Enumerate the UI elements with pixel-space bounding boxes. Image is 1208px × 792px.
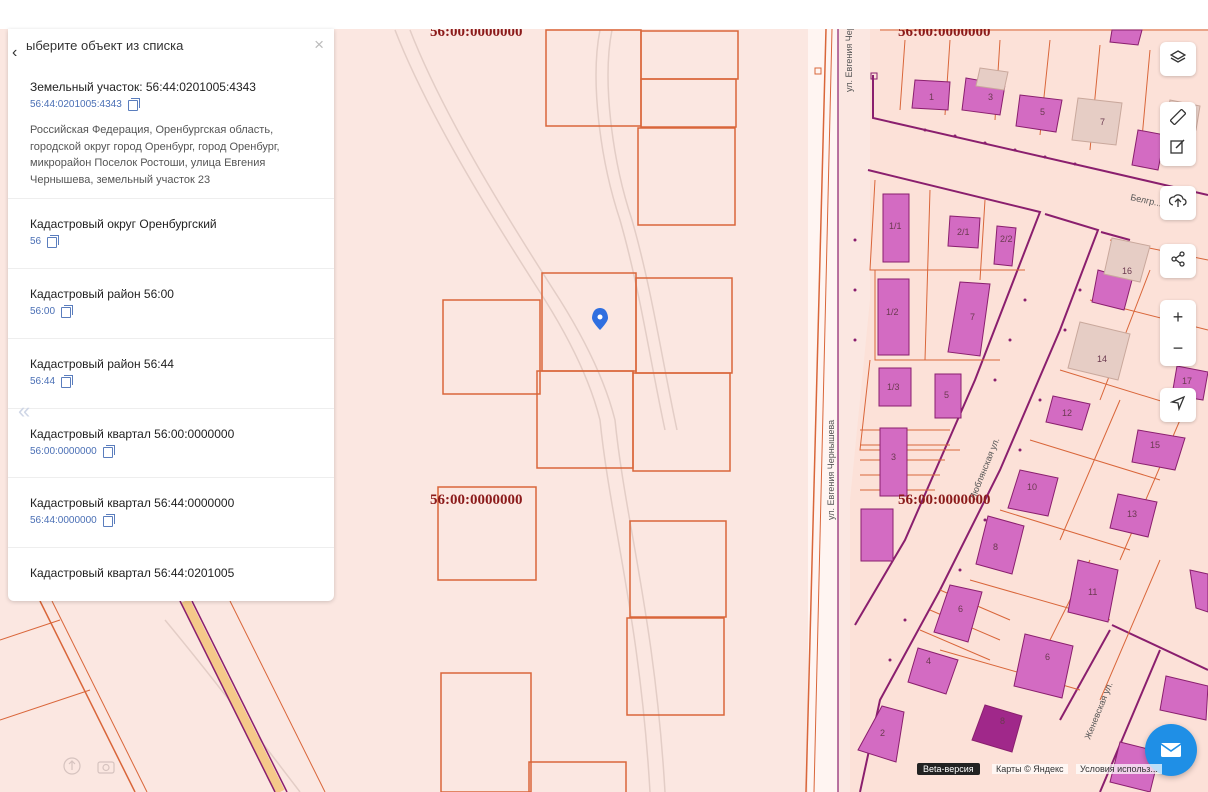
cadastral-number[interactable]: 56:44:0000000 [30, 514, 97, 528]
panel-header: ‹ ыберите объект из списка × [8, 29, 334, 61]
upload-button[interactable] [1160, 186, 1196, 220]
item-title: Земельный участок: 56:44:0201005:4343 [30, 80, 256, 94]
copy-icon[interactable] [102, 444, 115, 458]
parcel-number: 13 [1127, 509, 1137, 519]
parcel-number: 17 [1182, 376, 1192, 386]
quarter-label: 56:00:0000000 [898, 492, 991, 508]
copy-icon[interactable] [47, 234, 60, 248]
parcel-number: 11 [1088, 587, 1097, 597]
parcel-number: 1/2 [886, 307, 899, 317]
list-item[interactable]: Кадастровый квартал 56:44:0000000 56:44:… [8, 478, 334, 548]
cadastral-number[interactable]: 56:00:0000000 [30, 445, 97, 459]
plus-icon[interactable]: + [1173, 307, 1184, 328]
tools-group [1160, 102, 1196, 166]
cursor-icon[interactable] [62, 756, 82, 776]
item-address: Российская Федерация, Оренбургская облас… [30, 124, 280, 186]
list-item[interactable]: Кадастровый округ Оренбургский 56 [8, 199, 334, 269]
minus-icon[interactable]: − [1173, 338, 1184, 359]
object-list-panel: ‹ ыберите объект из списка × Земельный у… [8, 29, 334, 601]
copy-icon[interactable] [61, 304, 74, 318]
quarter-label: 56:00:0000000 [898, 29, 991, 40]
panel-title: ыберите объект из списка [26, 38, 184, 53]
item-title: Кадастровый квартал 56:00:0000000 [30, 427, 235, 441]
parcel-number: 8 [1000, 716, 1005, 726]
terms-link[interactable]: Условия использ... [1076, 764, 1162, 774]
collapse-arrow-icon[interactable]: « [18, 398, 30, 424]
item-number[interactable]: 56 [30, 234, 312, 249]
item-title: Кадастровый округ Оренбургский [30, 217, 217, 231]
parcel-number: 1 [929, 92, 934, 102]
ruler-icon[interactable] [1169, 108, 1187, 130]
zoom-controls: + − [1160, 300, 1196, 366]
parcel-number: 5 [944, 390, 949, 400]
item-title: Кадастровый квартал 56:44:0000000 [30, 496, 235, 510]
parcel-number: 10 [1027, 482, 1037, 492]
share-icon[interactable] [1170, 250, 1186, 272]
item-number[interactable]: 56:44 [30, 374, 312, 389]
layers-button[interactable] [1160, 42, 1196, 76]
item-number[interactable]: 56:00 [30, 304, 312, 319]
parcel-number: 2/1 [957, 227, 970, 237]
locate-button[interactable] [1160, 388, 1196, 422]
top-bar [0, 0, 1208, 29]
item-number[interactable]: 56:44:0201005:4343 [30, 97, 312, 112]
parcel-number: 14 [1097, 354, 1107, 364]
back-icon[interactable]: ‹ [12, 43, 17, 63]
close-icon[interactable]: × [314, 35, 324, 55]
share-button[interactable] [1160, 244, 1196, 278]
parcel-number: 15 [1150, 440, 1160, 450]
camera-icon[interactable] [96, 756, 116, 776]
street-label: ул. Евгения Чернышева [826, 420, 836, 520]
upload-icon[interactable] [1168, 193, 1187, 213]
parcel-number: 5 [1040, 107, 1045, 117]
parcel-number: 3 [988, 92, 993, 102]
parcel-number: 3 [891, 452, 896, 462]
quarter-label: 56:00:0000000 [430, 29, 523, 40]
copy-icon[interactable] [127, 97, 140, 111]
cadastral-number[interactable]: 56 [30, 235, 41, 249]
parcel-number: 1/3 [887, 382, 900, 392]
list-item[interactable]: Земельный участок: 56:44:0201005:4343 56… [8, 61, 334, 199]
locate-icon[interactable] [1169, 395, 1186, 416]
cadastral-number[interactable]: 56:44:0201005:4343 [30, 98, 122, 112]
item-number[interactable]: 56:44:0000000 [30, 513, 312, 528]
item-number[interactable]: 56:00:0000000 [30, 444, 312, 459]
parcel-number: 1/1 [889, 221, 902, 231]
list-item[interactable]: Кадастровый квартал 56:44:0201005 [8, 548, 334, 601]
item-title: Кадастровый квартал 56:44:0201005 [30, 566, 235, 580]
list-item[interactable]: Кадастровый квартал 56:00:0000000 56:00:… [8, 409, 334, 478]
quarter-label: 56:00:0000000 [430, 492, 523, 508]
list-item[interactable]: Кадастровый район 56:00 56:00 [8, 269, 334, 339]
bottom-tools [62, 756, 116, 776]
item-title: Кадастровый район 56:44 [30, 357, 174, 371]
parcel-number: 7 [1100, 117, 1105, 127]
list-item[interactable]: Кадастровый район 56:44 56:44 [8, 339, 334, 409]
beta-badge: Beta-версия [917, 763, 980, 775]
parcel-number: 2 [880, 728, 885, 738]
parcel-number: 6 [1045, 652, 1050, 662]
parcel-number: 2/2 [1000, 234, 1013, 244]
copy-icon[interactable] [61, 374, 74, 388]
cadastral-number[interactable]: 56:00 [30, 305, 55, 319]
cadastral-number[interactable]: 56:44 [30, 375, 55, 389]
item-title: Кадастровый район 56:00 [30, 287, 174, 301]
map-copyright[interactable]: Карты © Яндекс [992, 764, 1068, 774]
layers-icon[interactable] [1169, 49, 1187, 69]
edit-icon[interactable] [1170, 138, 1186, 159]
parcel-number: 4 [926, 656, 931, 666]
parcel-number: 6 [958, 604, 963, 614]
parcel-number: 8 [993, 542, 998, 552]
parcel-number: 12 [1062, 408, 1072, 418]
street-label: ул. Евгения Чернышева [844, 29, 854, 92]
parcel-number: 16 [1122, 266, 1132, 276]
copy-icon[interactable] [102, 513, 115, 527]
parcel-number: 7 [970, 312, 975, 322]
